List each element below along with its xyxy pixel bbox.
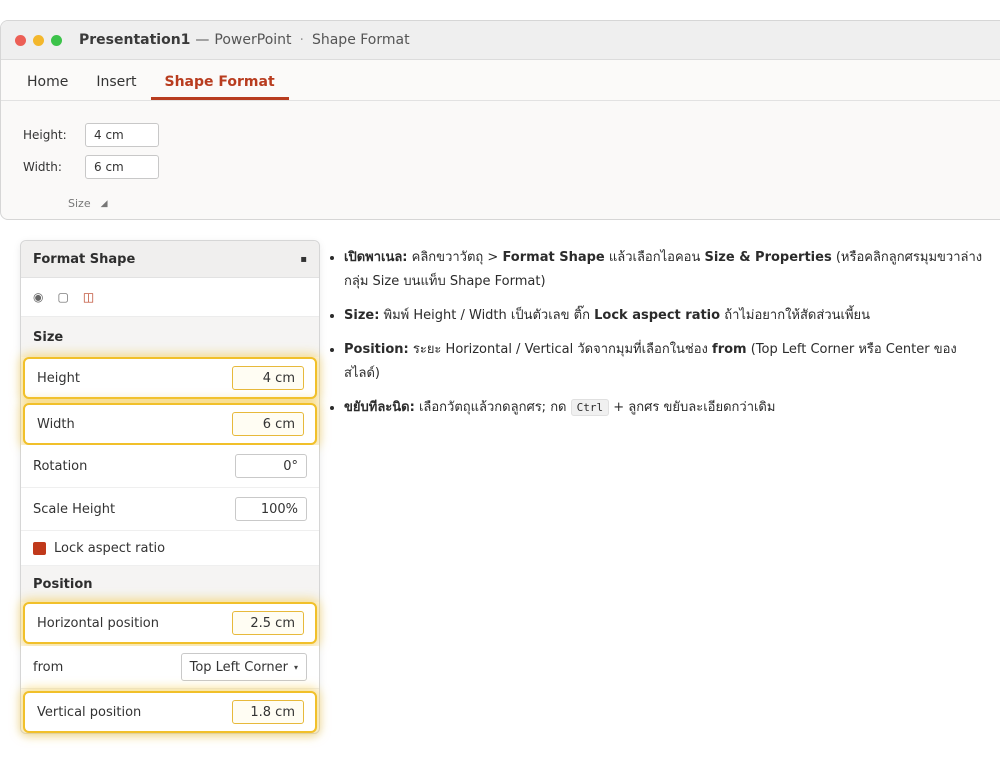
horizontal-position-label: Horizontal position	[37, 615, 160, 631]
instruction-3-text-a: ระยะ Horizontal / Vertical วัดจากมุมที่เ…	[408, 342, 713, 357]
from-selected-value: Top Left Corner	[189, 659, 288, 675]
instruction-item: Size: พิมพ์ Height / Width เป็นตัวเลข ติ…	[344, 304, 986, 328]
instruction-4-text-a: เลือกวัตถุแล้วกดลูกศร; กด	[414, 400, 571, 415]
chevron-down-icon: ▾	[293, 662, 298, 672]
instruction-item: Position: ระยะ Horizontal / Vertical วัด…	[344, 338, 986, 386]
ribbon-width-label: Width:	[23, 160, 62, 174]
lock-aspect-checkbox[interactable]	[33, 541, 46, 555]
title-bar: Presentation1 — PowerPoint · Shape Forma…	[1, 21, 1000, 60]
tab-shape-format[interactable]: Shape Format	[150, 74, 289, 100]
size-group-footer: Size ◢	[68, 197, 108, 210]
rotation-label: Rotation	[33, 458, 88, 474]
pane-title: Format Shape	[33, 251, 136, 267]
dialog-launcher-icon[interactable]: ◢	[101, 199, 108, 209]
horizontal-position-input[interactable]: 2.5 cm	[232, 611, 304, 635]
size-properties-icon[interactable]: ◫	[83, 290, 94, 304]
scale-height-input[interactable]: 100%	[235, 497, 307, 521]
from-label: from	[33, 659, 64, 675]
instruction-1-size-properties: Size & Properties	[704, 250, 832, 265]
position-section-title: Position	[21, 566, 319, 602]
instruction-1-heading: เปิดพาเนล:	[344, 250, 408, 265]
instruction-list: เปิดพาเนล: คลิกขวาวัตถุ > Format Shape แ…	[326, 246, 986, 420]
ribbon-height-row: Height: 4 cm	[23, 123, 159, 147]
title-dot-separator: ·	[299, 32, 304, 48]
ribbon-height-input[interactable]: 4 cm	[85, 123, 159, 147]
instruction-3-from: from	[712, 342, 747, 357]
vertical-position-input[interactable]: 1.8 cm	[232, 700, 304, 724]
instruction-4-heading: ขยับทีละนิด:	[344, 400, 415, 415]
instruction-1-format-shape: Format Shape	[502, 250, 605, 265]
ribbon-tabs: Home Insert Shape Format	[1, 60, 1000, 101]
vertical-position-row: Vertical position 1.8 cm	[23, 691, 317, 733]
size-section-title: Size	[21, 317, 319, 357]
height-input[interactable]: 4 cm	[232, 366, 304, 390]
instructions: เปิดพาเนล: คลิกขวาวัตถุ > Format Shape แ…	[326, 246, 986, 430]
rotation-row: Rotation 0°	[21, 445, 319, 488]
width-row: Width 6 cm	[23, 403, 317, 445]
powerpoint-window: Presentation1 — PowerPoint · Shape Forma…	[0, 20, 1000, 220]
from-row: from Top Left Corner ▾	[21, 646, 319, 689]
rotation-input[interactable]: 0°	[235, 454, 307, 478]
scale-height-label: Scale Height	[33, 501, 116, 517]
context-title: Shape Format	[311, 32, 410, 48]
width-input[interactable]: 6 cm	[232, 412, 304, 436]
pane-header: Format Shape ▪	[21, 241, 319, 278]
instruction-1-text-a: คลิกขวาวัตถุ >	[407, 250, 503, 265]
instruction-2-text-b: ถ้าไม่อยากให้สัดส่วนเพี้ยน	[720, 308, 871, 323]
app-name: PowerPoint	[214, 32, 292, 48]
instruction-1-text-b: แล้วเลือกไอคอน	[604, 250, 705, 265]
height-label: Height	[37, 370, 80, 386]
horizontal-position-row: Horizontal position 2.5 cm	[23, 602, 317, 644]
document-title: Presentation1	[79, 32, 191, 48]
from-dropdown[interactable]: Top Left Corner ▾	[180, 653, 307, 681]
fill-line-icon[interactable]: ◉	[33, 290, 43, 304]
scale-height-row: Scale Height 100%	[21, 488, 319, 531]
title-separator: —	[195, 32, 210, 48]
vertical-position-label: Vertical position	[37, 704, 142, 720]
instruction-3-heading: Position:	[344, 342, 409, 357]
size-group-label: Size	[68, 197, 91, 210]
instruction-4-text-b: + ลูกศร ขยับละเอียดกว่าเดิม	[609, 400, 776, 415]
pane-icon-bar: ◉ ▢ ◫	[21, 278, 319, 317]
zoom-window-button[interactable]	[51, 34, 62, 46]
instruction-2-text-a: พิมพ์ Height / Width เป็นตัวเลข ติ๊ก	[379, 308, 595, 323]
width-label: Width	[37, 416, 75, 432]
ribbon-panel: Height: 4 cm Width: 6 cm Size ◢	[1, 101, 1000, 219]
instruction-2-heading: Size:	[344, 308, 380, 323]
tab-insert[interactable]: Insert	[82, 74, 150, 100]
ctrl-key: Ctrl	[570, 399, 610, 416]
close-window-button[interactable]	[15, 34, 26, 46]
minimize-window-button[interactable]	[33, 34, 44, 46]
instruction-2-lock-aspect: Lock aspect ratio	[594, 308, 721, 323]
tab-home[interactable]: Home	[13, 74, 82, 100]
lock-aspect-row[interactable]: Lock aspect ratio	[21, 531, 319, 566]
pane-close-icon[interactable]: ▪	[300, 254, 307, 265]
height-row: Height 4 cm	[23, 357, 317, 399]
ribbon-width-row: Width: 6 cm	[23, 155, 159, 179]
format-shape-pane: Format Shape ▪ ◉ ▢ ◫ Size Height 4 cm Wi…	[20, 240, 320, 734]
ribbon-height-label: Height:	[23, 128, 67, 142]
effects-icon[interactable]: ▢	[57, 290, 68, 304]
instruction-item: ขยับทีละนิด: เลือกวัตถุแล้วกดลูกศร; กด C…	[344, 396, 986, 420]
ribbon-width-input[interactable]: 6 cm	[85, 155, 159, 179]
instruction-item: เปิดพาเนล: คลิกขวาวัตถุ > Format Shape แ…	[344, 246, 986, 294]
lock-aspect-label: Lock aspect ratio	[54, 540, 166, 556]
